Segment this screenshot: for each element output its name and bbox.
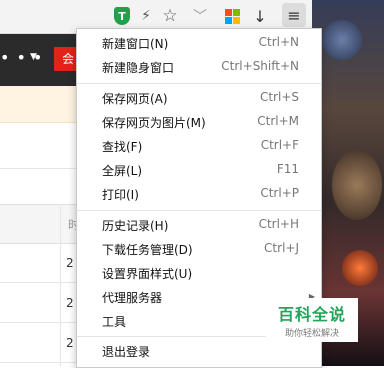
app-grid-tile-yellow: [232, 16, 240, 24]
watermark-subtitle: 助你轻松解决: [284, 329, 339, 339]
chevron-down-icon[interactable]: ﹀: [190, 6, 210, 26]
table-cell: 2: [66, 336, 74, 350]
menu-item-interface-style[interactable]: 设置界面样式(U): [77, 261, 321, 285]
menu-item-label: 工具: [102, 315, 127, 329]
download-icon[interactable]: ↓: [250, 6, 270, 26]
menu-item-find[interactable]: 查找(F) Ctrl+F: [77, 134, 321, 158]
menu-item-label: 历史记录(H): [102, 219, 169, 233]
caret-down-icon[interactable]: ▼: [30, 52, 37, 62]
app-grid-tile-red: [224, 8, 232, 16]
menu-separator: [77, 210, 321, 211]
app-grid-tile-green: [232, 8, 240, 16]
artwork-ember: [342, 250, 378, 286]
menu-item-shortcut: Ctrl+J: [264, 241, 299, 255]
menu-item-new-window[interactable]: 新建窗口(N) Ctrl+N: [77, 31, 321, 55]
menu-item-label: 新建窗口(N): [102, 37, 169, 51]
menu-separator: [77, 83, 321, 84]
menu-item-shortcut: Ctrl+S: [259, 90, 299, 104]
menu-item-new-incognito-window[interactable]: 新建隐身窗口 Ctrl+Shift+N: [77, 55, 321, 79]
table-cell: 2: [66, 256, 74, 270]
menu-item-logout[interactable]: 退出登录: [77, 339, 321, 363]
app-grid-tile-blue: [224, 16, 232, 24]
watermark-title: 百科全说: [277, 305, 346, 324]
menu-item-label: 代理服务器: [102, 291, 163, 305]
table-column-divider: [60, 204, 61, 366]
menu-item-label: 全屏(L): [102, 164, 143, 178]
menu-item-shortcut: F11: [276, 162, 299, 176]
menu-icon[interactable]: ≡: [282, 3, 306, 27]
menu-item-save-page-as-image[interactable]: 保存网页为图片(M) Ctrl+M: [77, 110, 321, 134]
watermark-logo: 百科全说 助你轻松解决: [266, 298, 358, 342]
artwork-orb: [322, 20, 362, 60]
menu-item-label: 设置界面样式(U): [102, 267, 193, 281]
menu-item-label: 打印(I): [102, 188, 139, 202]
shield-icon[interactable]: T: [112, 6, 132, 26]
menu-item-history[interactable]: 历史记录(H) Ctrl+H: [77, 213, 321, 237]
menu-item-shortcut: Ctrl+P: [260, 186, 299, 200]
red-action-button[interactable]: 会: [54, 47, 78, 71]
menu-item-shortcut: Ctrl+H: [258, 217, 299, 231]
menu-item-label: 保存网页(A): [102, 92, 168, 106]
menu-item-print[interactable]: 打印(I) Ctrl+P: [77, 182, 321, 206]
menu-item-save-page[interactable]: 保存网页(A) Ctrl+S: [77, 86, 321, 110]
lightning-icon[interactable]: ⚡: [136, 6, 156, 26]
menu-item-shortcut: Ctrl+N: [258, 35, 299, 49]
menu-item-label: 下载任务管理(D): [102, 243, 193, 257]
menu-item-label: 退出登录: [102, 345, 151, 359]
menu-item-shortcut: Ctrl+M: [257, 114, 299, 128]
app-grid-icon[interactable]: [222, 6, 242, 26]
menu-item-shortcut: Ctrl+Shift+N: [221, 59, 299, 73]
star-icon[interactable]: ☆: [160, 6, 180, 26]
menu-item-fullscreen[interactable]: 全屏(L) F11: [77, 158, 321, 182]
table-cell: 2: [66, 296, 74, 310]
menu-item-label: 查找(F): [102, 140, 143, 154]
menu-item-shortcut: Ctrl+F: [260, 138, 299, 152]
menu-item-label: 保存网页为图片(M): [102, 116, 206, 130]
menu-item-label: 新建隐身窗口: [102, 61, 175, 75]
artwork-glow: [332, 150, 382, 220]
menu-item-downloads[interactable]: 下载任务管理(D) Ctrl+J: [77, 237, 321, 261]
